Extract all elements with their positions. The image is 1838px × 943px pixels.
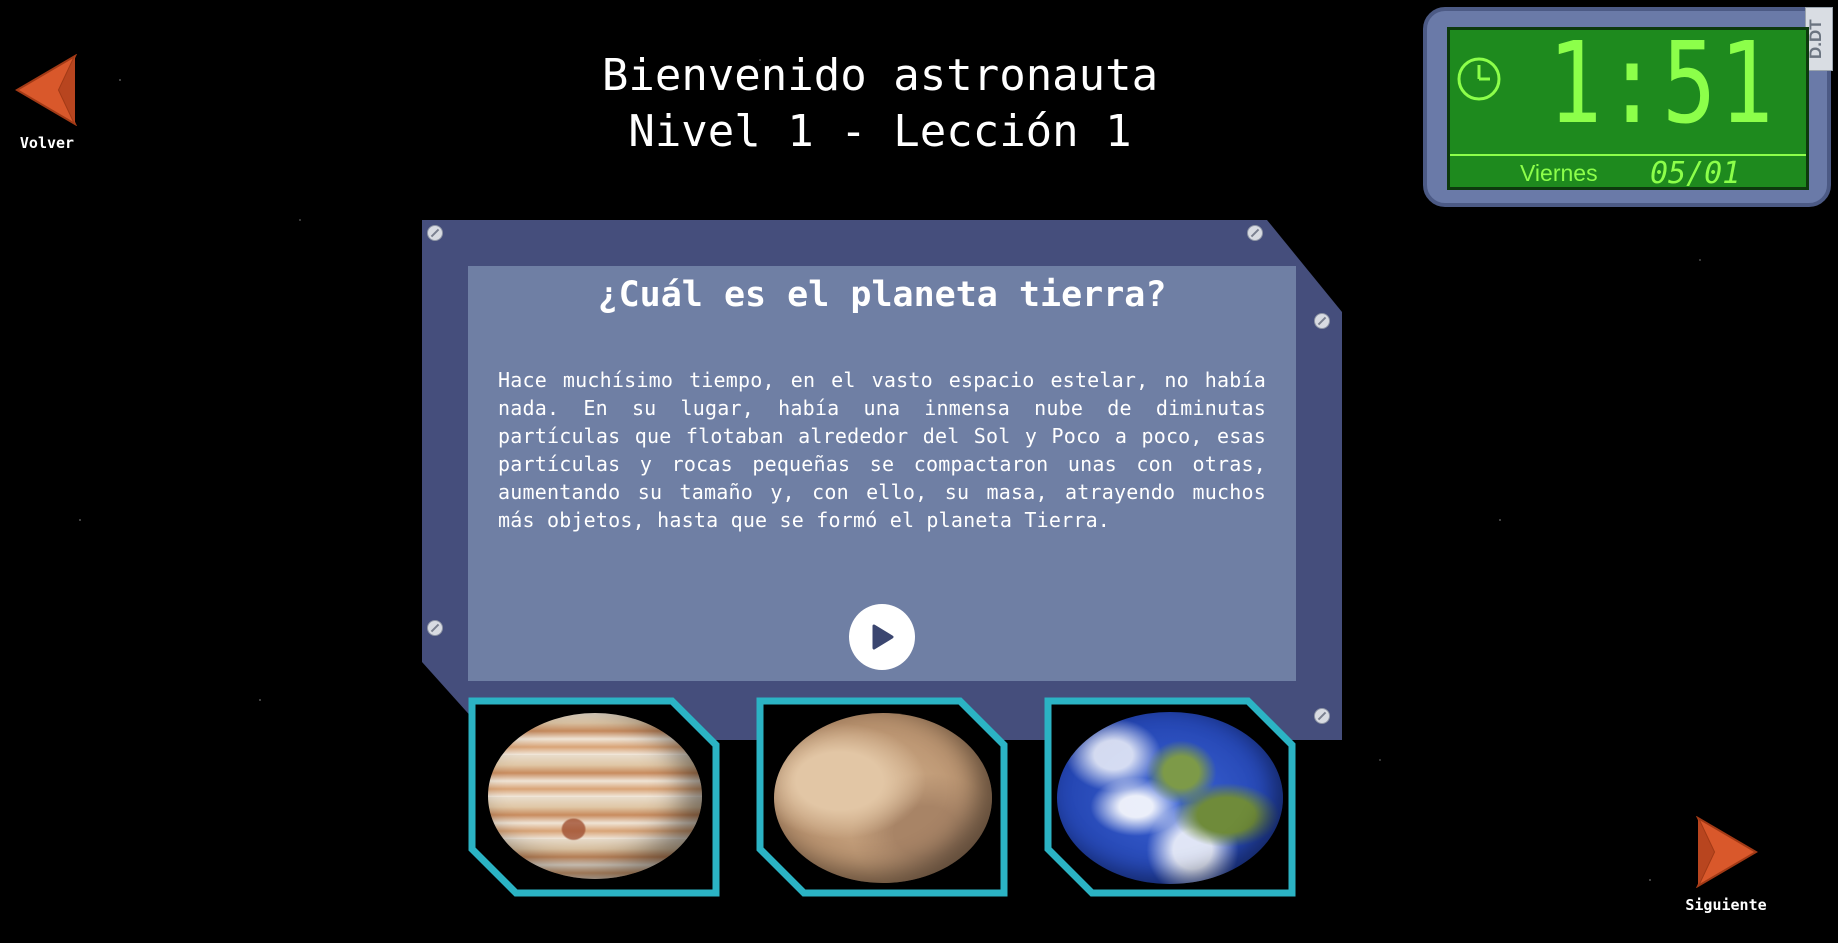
clock-day: Viernes bbox=[1520, 160, 1598, 186]
planet-option-earth[interactable] bbox=[1044, 697, 1296, 897]
screw-icon bbox=[1314, 708, 1330, 724]
planet-option-mars[interactable] bbox=[756, 697, 1008, 897]
screw-icon bbox=[1247, 225, 1263, 241]
clock-icon bbox=[1457, 57, 1501, 101]
clock-time: 1:51 bbox=[1548, 19, 1777, 149]
screw-icon bbox=[427, 620, 443, 636]
jupiter-image bbox=[488, 713, 702, 879]
next-label: Siguiente bbox=[1685, 896, 1767, 914]
clock-date: 05/01 bbox=[1650, 156, 1741, 191]
game-stage: Volver Bienvenido astronauta Nivel 1 - L… bbox=[0, 0, 1838, 943]
page-title: Bienvenido astronauta Nivel 1 - Lección … bbox=[480, 48, 1280, 160]
back-label: Volver bbox=[19, 134, 75, 152]
screw-icon bbox=[427, 225, 443, 241]
clock-screen: 1:51 Viernes 05/01 bbox=[1447, 19, 1809, 191]
arrow-left-icon bbox=[15, 54, 78, 126]
planet-option-jupiter[interactable] bbox=[468, 697, 720, 897]
question-text: Hace muchísimo tiempo, en el vasto espac… bbox=[498, 368, 1266, 532]
question-title: ¿Cuál es el planeta tierra? bbox=[597, 275, 1167, 315]
screw-icon bbox=[1314, 313, 1330, 329]
mars-image bbox=[774, 713, 992, 883]
clock-badge: D.DT bbox=[1805, 7, 1833, 71]
next-button[interactable]: Siguiente bbox=[1681, 816, 1771, 914]
back-button[interactable]: Volver bbox=[2, 54, 92, 152]
play-icon bbox=[872, 624, 894, 650]
digital-clock: D.DT 1:51 Viernes 05/01 bbox=[1423, 7, 1833, 207]
title-welcome: Bienvenido astronauta bbox=[601, 50, 1159, 101]
clock-divider bbox=[1450, 154, 1806, 156]
play-audio-button[interactable] bbox=[849, 604, 915, 670]
title-level: Nivel 1 - Lección 1 bbox=[628, 106, 1132, 157]
earth-image bbox=[1057, 712, 1283, 884]
arrow-right-icon bbox=[1695, 816, 1758, 888]
